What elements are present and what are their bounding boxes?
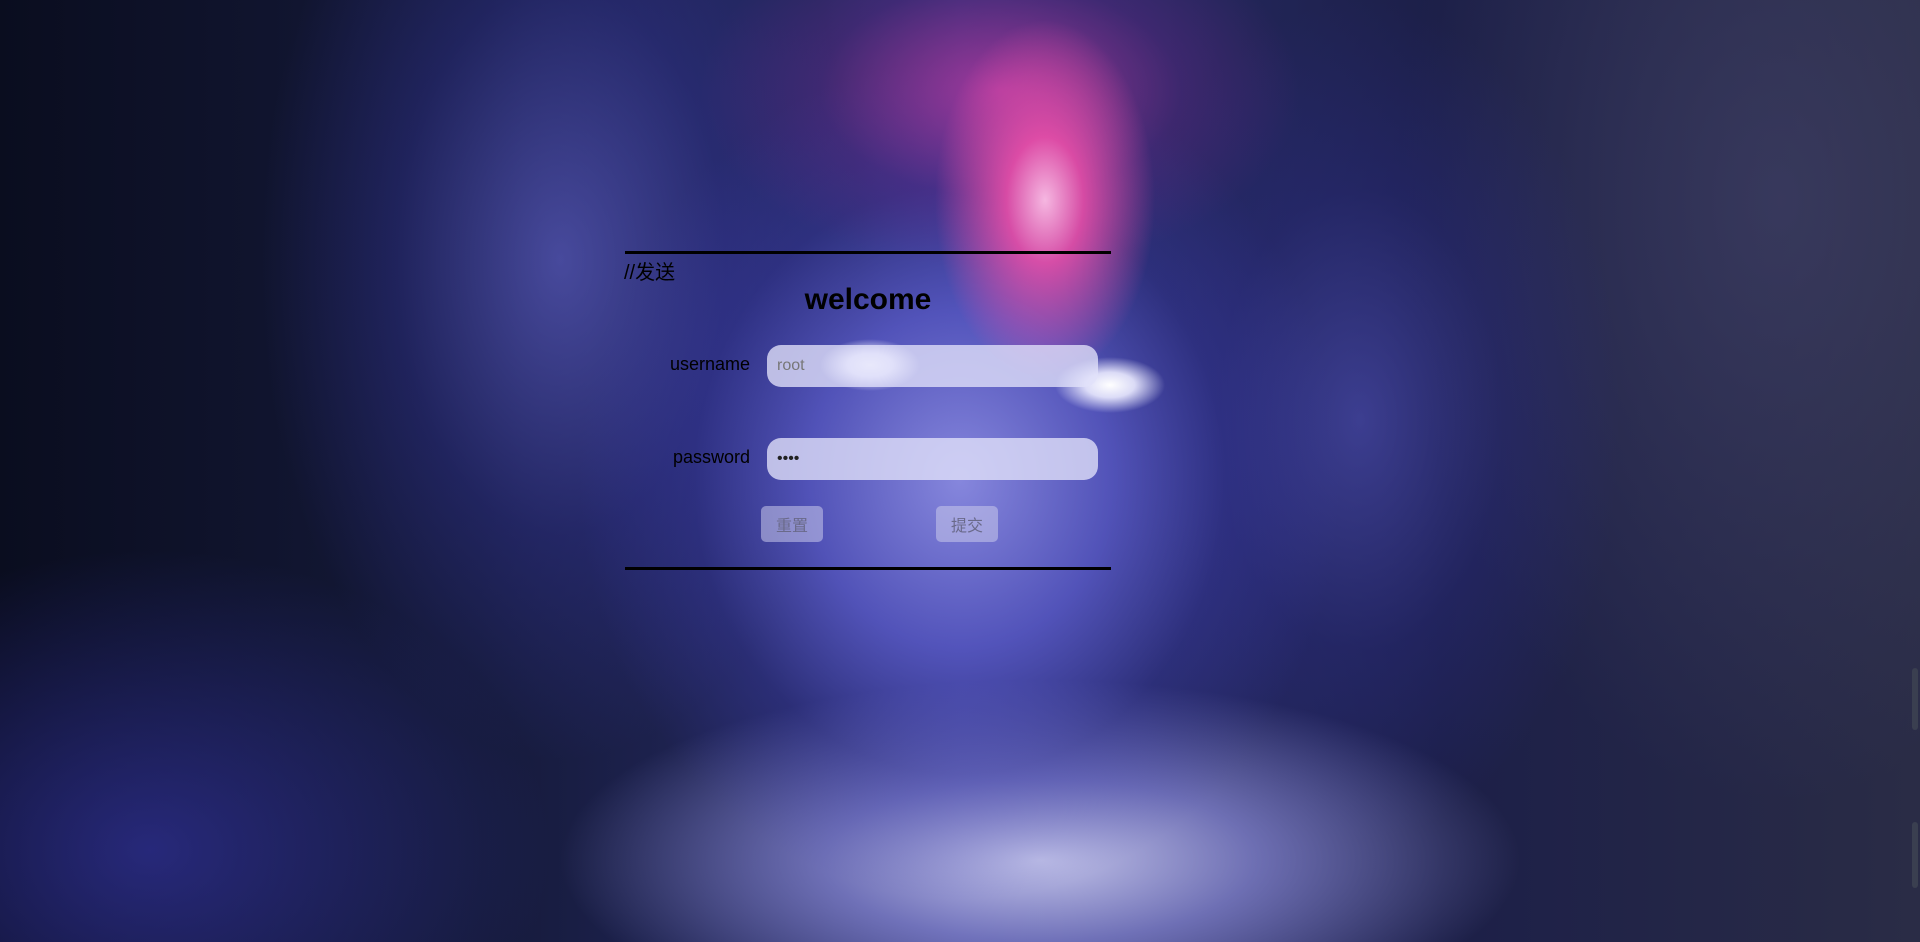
username-label: username — [669, 354, 750, 374]
page-title: welcome — [804, 283, 932, 316]
username-input[interactable] — [767, 345, 1098, 387]
top-divider — [625, 251, 1111, 254]
password-label: password — [672, 447, 750, 467]
scrollbar-bottom[interactable] — [1912, 822, 1918, 888]
reset-button[interactable]: 重置 — [761, 506, 823, 542]
comment-text: //发送 — [624, 262, 676, 284]
submit-button[interactable]: 提交 — [936, 506, 998, 542]
bottom-divider — [625, 567, 1111, 570]
password-input[interactable] — [767, 438, 1098, 480]
scrollbar-top[interactable] — [1912, 668, 1918, 730]
